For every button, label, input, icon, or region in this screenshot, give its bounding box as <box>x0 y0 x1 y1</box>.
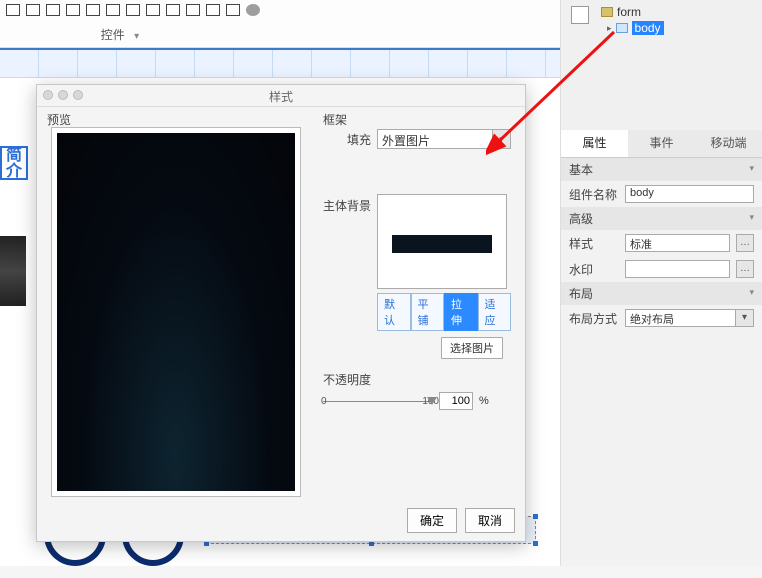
style-dialog: 样式 预览 框架 填充 外置图片 ▾ 主体背景 默认 平铺 拉伸 适应 选择图片… <box>36 84 526 542</box>
section-advanced-header[interactable]: 高级▾ <box>561 207 762 230</box>
outline-panel: form ▸ body <box>560 0 762 130</box>
chevron-down-icon: ▾ <box>134 31 139 42</box>
tool-icon[interactable] <box>226 4 240 16</box>
opacity-input[interactable] <box>439 392 473 410</box>
tree-node-body[interactable]: ▸ body <box>607 20 664 36</box>
frame-section-label: 框架 <box>323 111 347 128</box>
dialog-titlebar[interactable]: 样式 <box>37 85 525 107</box>
watermark-label: 水印 <box>569 261 619 278</box>
watermark-more-button[interactable]: … <box>736 260 754 278</box>
section-layout-header[interactable]: 布局▾ <box>561 282 762 305</box>
preview-box <box>51 127 301 497</box>
preview-section-label: 预览 <box>47 111 71 128</box>
tool-icon[interactable] <box>26 4 40 16</box>
dialog-title: 样式 <box>37 88 525 105</box>
layout-mode-select[interactable]: 绝对布局 ▾ <box>625 309 754 327</box>
bg-mode-buttons: 默认 平铺 拉伸 适应 <box>377 293 511 331</box>
body-bg-label: 主体背景 <box>323 197 377 214</box>
watermark-input[interactable] <box>625 260 730 278</box>
outline-toggle-button[interactable] <box>571 6 589 24</box>
canvas-side-image[interactable] <box>0 236 26 306</box>
chevron-down-icon: ▾ <box>749 163 754 174</box>
tab-attributes[interactable]: 属性 <box>561 130 628 157</box>
frame-settings: 填充 外置图片 ▾ 主体背景 默认 平铺 拉伸 适应 选择图片 不透明度 0 1… <box>323 129 511 410</box>
percent-label: % <box>479 395 489 407</box>
canvas-side-title[interactable]: 简介 <box>0 146 28 180</box>
tool-icon[interactable] <box>126 4 140 16</box>
section-basic-header[interactable]: 基本▾ <box>561 158 762 181</box>
choose-image-button[interactable]: 选择图片 <box>441 337 503 359</box>
layout-mode-label: 布局方式 <box>569 310 619 327</box>
chevron-down-icon: ▾ <box>749 212 754 223</box>
properties-panel: 属性 事件 移动端 基本▾ 组件名称 body 高级▾ 样式 标准 … 水印 …… <box>560 130 762 566</box>
chevron-down-icon: ▾ <box>735 310 753 326</box>
tree-node-label: form <box>617 5 641 19</box>
tool-icon[interactable] <box>46 4 60 16</box>
preview-image <box>57 133 295 491</box>
dialog-footer: 确定 取消 <box>407 508 515 533</box>
component-tree: form ▸ body <box>601 4 664 36</box>
canvas-grid-header <box>0 50 560 78</box>
bg-mode-fit-button[interactable]: 适应 <box>478 293 512 331</box>
tool-icon[interactable] <box>146 4 160 16</box>
bg-mode-tile-button[interactable]: 平铺 <box>411 293 445 331</box>
tree-node-label: body <box>632 21 664 35</box>
body-bg-preview[interactable] <box>377 194 507 289</box>
fill-select-value: 外置图片 <box>382 134 430 148</box>
chevron-down-icon: ▾ <box>492 130 510 148</box>
tool-icon[interactable] <box>66 4 80 16</box>
opacity-row: 0 100 % <box>323 392 511 410</box>
tab-events[interactable]: 事件 <box>628 130 695 157</box>
chevron-right-icon: ▸ <box>607 23 612 34</box>
tool-icon[interactable] <box>6 4 20 16</box>
cancel-button[interactable]: 取消 <box>465 508 515 533</box>
style-label: 样式 <box>569 235 619 252</box>
tool-icon[interactable] <box>106 4 120 16</box>
fill-select[interactable]: 外置图片 ▾ <box>377 129 511 149</box>
tool-icon[interactable] <box>186 4 200 16</box>
tree-node-form[interactable]: form <box>601 4 664 20</box>
component-icon <box>616 23 628 33</box>
style-more-button[interactable]: … <box>736 234 754 252</box>
tool-icon[interactable] <box>166 4 180 16</box>
bg-mode-default-button[interactable]: 默认 <box>377 293 411 331</box>
component-name-label: 组件名称 <box>569 186 619 203</box>
opacity-label: 不透明度 <box>323 371 511 388</box>
slider-thumb-icon[interactable] <box>427 397 437 405</box>
top-toolbar: 控件 ▾ <box>0 0 560 48</box>
body-bg-swatch <box>392 235 492 253</box>
tool-icon[interactable] <box>86 4 100 16</box>
ok-button[interactable]: 确定 <box>407 508 457 533</box>
chevron-down-icon: ▾ <box>749 287 754 298</box>
toolbar-category-label: 控件 <box>101 28 125 42</box>
toolbar-icon-row <box>0 0 560 18</box>
tab-mobile[interactable]: 移动端 <box>695 130 762 157</box>
properties-tabs: 属性 事件 移动端 <box>561 130 762 158</box>
opacity-slider[interactable]: 0 100 <box>323 394 433 408</box>
fill-label: 填充 <box>323 131 377 148</box>
slider-min-label: 0 <box>321 396 327 407</box>
toolbar-category-dropdown[interactable]: 控件 ▾ <box>60 26 180 43</box>
tool-icon[interactable] <box>246 4 260 16</box>
folder-icon <box>601 7 613 17</box>
bg-mode-stretch-button[interactable]: 拉伸 <box>444 293 478 331</box>
style-input[interactable]: 标准 <box>625 234 730 252</box>
tool-icon[interactable] <box>206 4 220 16</box>
component-name-input[interactable]: body <box>625 185 754 203</box>
